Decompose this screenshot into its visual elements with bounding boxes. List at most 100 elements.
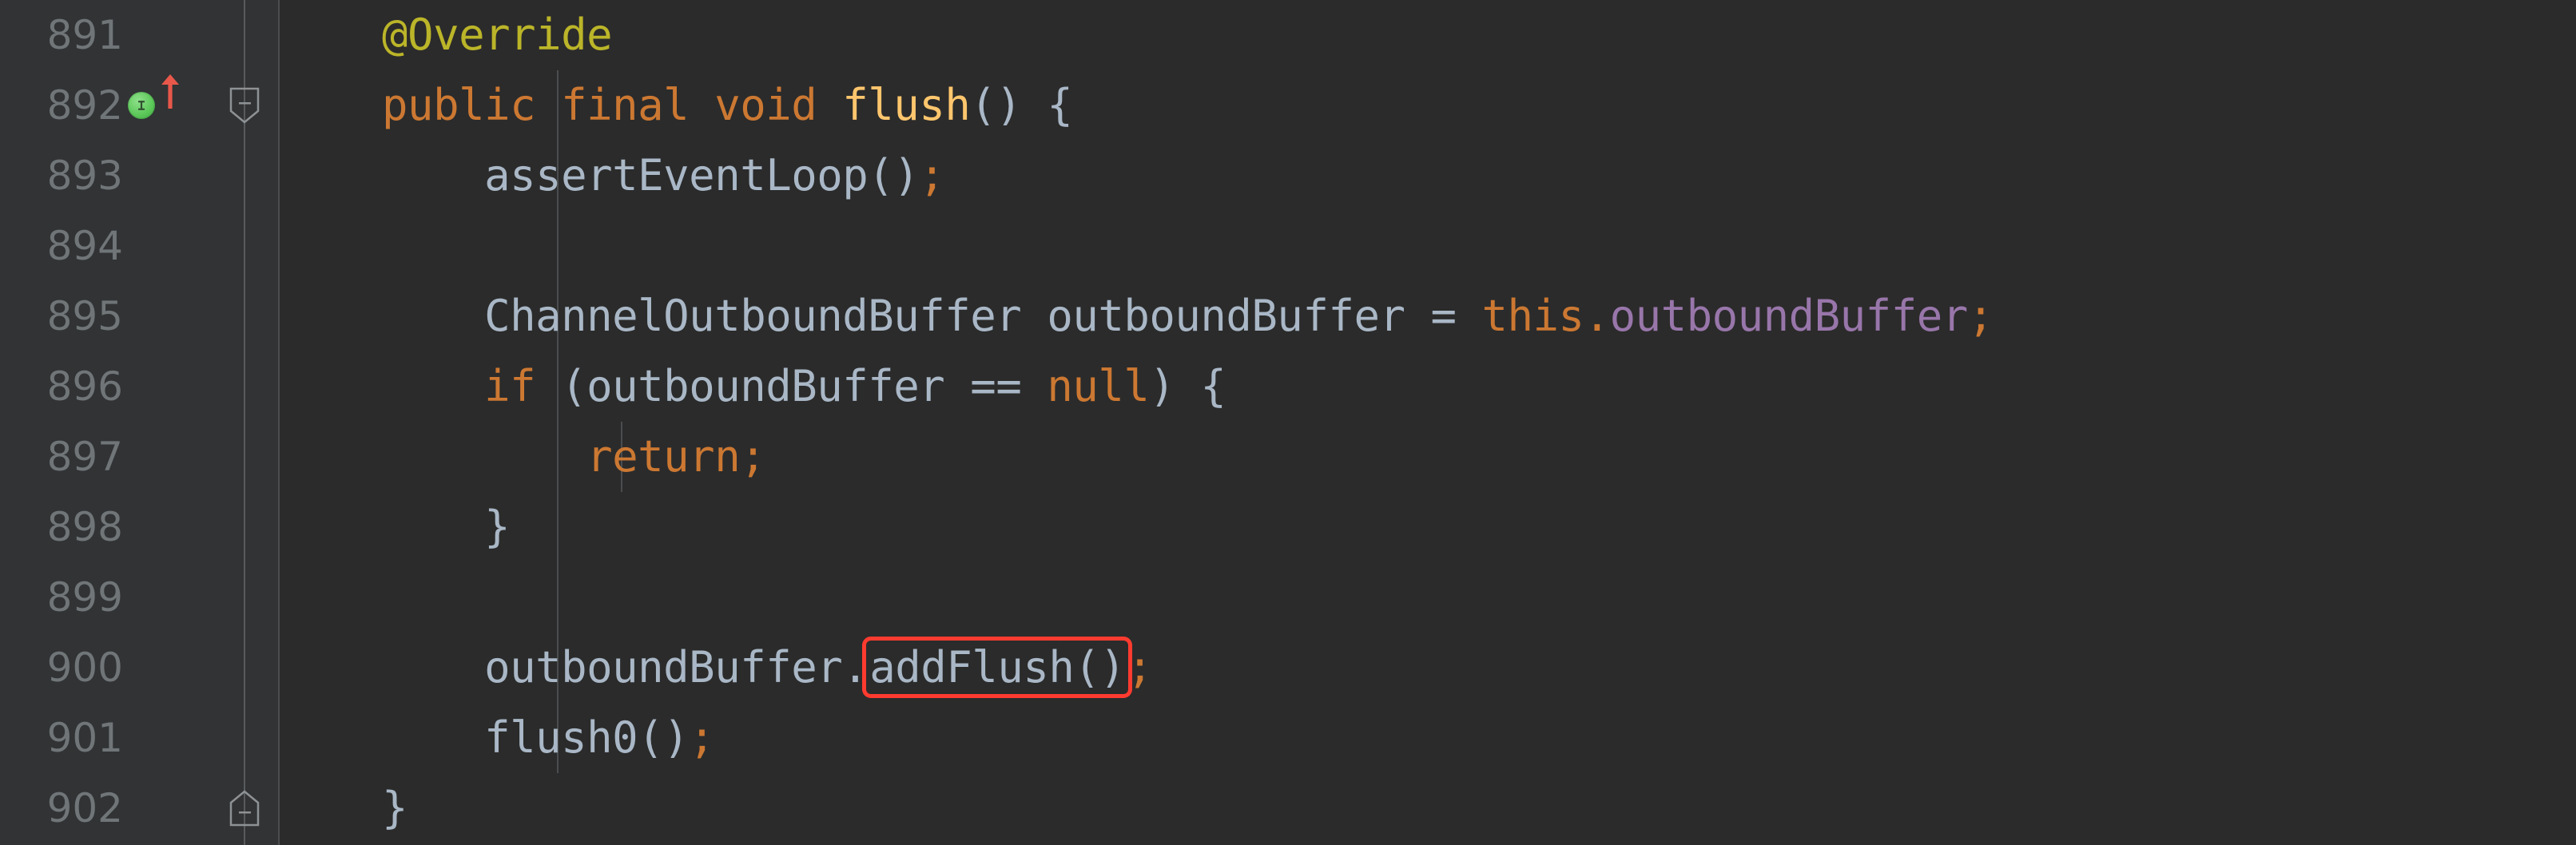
line-number-row[interactable]: 895 xyxy=(0,281,128,351)
code-token: ) { xyxy=(1149,361,1226,411)
line-number-column: 891 892 893 894 895 896 897 898 899 900 901 902 xyxy=(0,0,128,843)
override-arrow-icon[interactable] xyxy=(160,70,181,141)
gutter-marker-row xyxy=(128,703,216,773)
code-token: . xyxy=(1584,291,1611,341)
code-token: assertEventLoop() xyxy=(484,150,920,200)
code-line[interactable] xyxy=(280,211,2576,281)
highlighted-token-box[interactable]: addFlush() xyxy=(862,637,1133,698)
gutter-marker-column[interactable] xyxy=(128,0,216,843)
line-number-row[interactable]: 893 xyxy=(0,141,128,211)
code-token: ; xyxy=(1127,642,1153,692)
line-number: 893 xyxy=(46,153,123,199)
line-number-row[interactable]: 900 xyxy=(0,633,128,703)
code-line[interactable]: flush0(); xyxy=(280,703,2576,773)
code-token: outboundBuffer. xyxy=(484,642,869,692)
line-number: 897 xyxy=(46,434,123,480)
fold-region-start-handle[interactable] xyxy=(229,87,260,124)
code-line-content: ChannelOutboundBuffer outboundBuffer = t… xyxy=(280,291,1994,341)
code-text-area[interactable]: @Override public final void flush() { as… xyxy=(280,0,2576,845)
code-line[interactable]: } xyxy=(280,773,2576,843)
line-number-row[interactable]: 902 xyxy=(0,773,128,843)
code-token: if xyxy=(484,361,536,411)
code-token: ; xyxy=(689,712,715,763)
code-line-content: } xyxy=(280,502,511,552)
code-line-content: if (outboundBuffer == null) { xyxy=(280,361,1226,411)
code-token: @Override xyxy=(382,10,613,60)
line-number: 894 xyxy=(46,223,123,269)
code-token: outboundBuffer xyxy=(1609,291,1969,341)
code-line[interactable]: if (outboundBuffer == null) { xyxy=(280,351,2576,422)
code-token: null xyxy=(1047,361,1150,411)
line-number-row[interactable]: 892 xyxy=(0,70,128,141)
gutter-marker-row xyxy=(128,0,216,70)
code-line-content: return; xyxy=(280,431,766,482)
line-number-row[interactable]: 901 xyxy=(0,703,128,773)
line-number: 895 xyxy=(46,293,123,339)
fold-toggle-glyph xyxy=(229,87,260,124)
line-number: 898 xyxy=(46,504,123,550)
code-token: final xyxy=(561,80,690,130)
code-token: ChannelOutboundBuffer outboundBuffer = xyxy=(484,291,1482,341)
code-token: this xyxy=(1481,291,1585,341)
code-line-content: flush0(); xyxy=(280,712,715,763)
code-folding-column[interactable] xyxy=(216,0,280,845)
code-token: ; xyxy=(740,431,766,482)
fold-region-end-handle[interactable] xyxy=(229,790,260,827)
line-number-row[interactable]: 896 xyxy=(0,351,128,422)
gutter-marker-row xyxy=(128,70,216,141)
code-editor-root: 891 892 893 894 895 896 897 898 899 900 901 902 @Ov… xyxy=(0,0,2576,845)
line-number-row[interactable]: 897 xyxy=(0,422,128,492)
line-number-row[interactable]: 898 xyxy=(0,492,128,562)
code-token: } xyxy=(382,783,408,833)
gutter-marker-row xyxy=(128,562,216,633)
gutter-marker-group[interactable] xyxy=(128,70,181,141)
gutter-marker-row xyxy=(128,422,216,492)
line-number: 892 xyxy=(46,82,123,129)
line-number: 891 xyxy=(46,12,123,58)
code-token: ; xyxy=(919,150,945,200)
gutter-marker-row xyxy=(128,773,216,843)
code-line-content: public final void flush() { xyxy=(280,80,1073,130)
code-line[interactable]: public final void flush() { xyxy=(280,70,2576,141)
code-line[interactable]: ChannelOutboundBuffer outboundBuffer = t… xyxy=(280,281,2576,351)
code-token: } xyxy=(484,502,511,552)
line-number: 899 xyxy=(46,574,123,621)
editor-gutter[interactable]: 891 892 893 894 895 896 897 898 899 900 901 902 xyxy=(0,0,280,845)
line-number-row[interactable]: 894 xyxy=(0,211,128,281)
code-token: flush0() xyxy=(484,712,690,763)
code-line[interactable]: } xyxy=(280,492,2576,562)
code-token: void xyxy=(714,80,817,130)
line-number: 902 xyxy=(46,785,123,831)
code-line[interactable] xyxy=(280,562,2576,633)
code-line-content: assertEventLoop(); xyxy=(280,150,945,200)
line-number-row[interactable]: 899 xyxy=(0,562,128,633)
implementing-method-icon[interactable] xyxy=(128,92,155,119)
code-line[interactable]: @Override xyxy=(280,0,2576,70)
line-number: 896 xyxy=(46,363,123,410)
line-number: 900 xyxy=(46,645,123,691)
gutter-marker-row xyxy=(128,351,216,422)
gutter-marker-row xyxy=(128,633,216,703)
code-token: ; xyxy=(1967,291,1994,341)
code-line[interactable]: return; xyxy=(280,422,2576,492)
line-number-row[interactable]: 891 xyxy=(0,0,128,70)
fold-rail xyxy=(244,0,245,845)
code-line[interactable]: outboundBuffer.addFlush(); xyxy=(280,633,2576,703)
gutter-marker-row xyxy=(128,492,216,562)
code-token: return xyxy=(586,431,741,482)
code-line[interactable]: assertEventLoop(); xyxy=(280,141,2576,211)
code-token: (outboundBuffer == xyxy=(535,361,1047,411)
code-line-content: outboundBuffer.addFlush(); xyxy=(280,637,1153,698)
